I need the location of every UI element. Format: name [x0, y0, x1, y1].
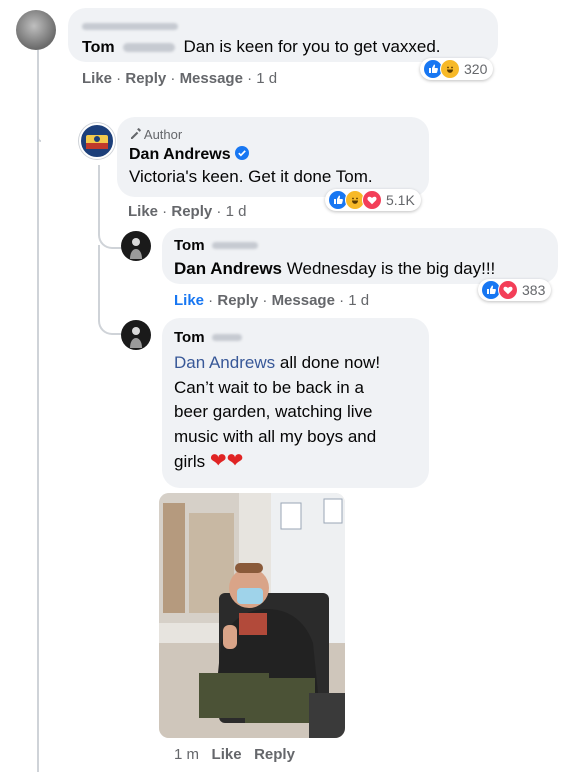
haha-icon	[440, 59, 460, 79]
reaction-count: 383	[522, 282, 546, 298]
timestamp[interactable]: 1 d	[256, 70, 277, 87]
vaccination-photo-image	[159, 493, 345, 738]
mention-link[interactable]: Dan Andrews	[174, 353, 275, 372]
comment-author[interactable]: Tom	[174, 237, 205, 254]
comment-text: Dan is keen for you to get vaxxed.	[183, 37, 441, 56]
like-link[interactable]: Like	[212, 746, 242, 763]
reply-link[interactable]: Reply	[125, 70, 166, 87]
comment-bubble: Tom Dan Andrews Wednesday is the big day…	[162, 228, 558, 284]
comment-text: Victoria's keen. Get it done Tom.	[129, 167, 373, 186]
comment-text-line: music with all my boys and	[174, 426, 377, 446]
comment-actions: 1 m Like Reply	[174, 746, 295, 763]
timestamp[interactable]: 1 d	[348, 292, 369, 309]
verified-badge-icon	[235, 146, 250, 160]
person-photo-icon	[130, 238, 142, 259]
comment-text-line: Can’t wait to be back in a	[174, 377, 364, 397]
reaction-summary[interactable]: 5.1K	[325, 189, 421, 211]
reply-branch-2	[98, 245, 122, 335]
reply-link[interactable]: Reply	[254, 746, 295, 763]
mention-link[interactable]: Dan Andrews	[174, 259, 282, 278]
comment-author[interactable]: Tom	[82, 39, 115, 56]
comment-bubble: Tom Dan is keen for you to get vaxxed.	[68, 8, 498, 62]
reaction-summary[interactable]: 320	[420, 58, 494, 80]
blurred-surname	[212, 242, 259, 250]
commenter-avatar[interactable]	[121, 231, 151, 261]
like-link[interactable]: Like	[82, 70, 112, 87]
commenter-avatar[interactable]	[121, 320, 151, 350]
comment-bubble: Author Dan Andrews Victoria's keen. Get …	[117, 117, 429, 197]
author-badge: Author	[129, 127, 182, 142]
like-link[interactable]: Like	[128, 203, 158, 220]
comment-actions: Like · Reply · Message · 1 d	[82, 70, 278, 87]
message-link[interactable]: Message	[272, 292, 335, 309]
comment-actions: Like · Reply · 1 d	[128, 203, 247, 220]
reaction-count: 320	[464, 61, 488, 77]
thread-line	[37, 46, 39, 772]
comment-author[interactable]: Dan Andrews	[129, 146, 231, 163]
comment-text: Wednesday is the big day!!!	[286, 259, 496, 278]
vic-crest-icon	[86, 135, 108, 149]
blurred-surname	[123, 43, 176, 53]
pencil-icon	[131, 128, 141, 139]
attached-photo[interactable]	[159, 493, 345, 738]
heart-emoji: ❤❤	[209, 450, 244, 472]
comment-actions: Like · Reply · Message · 1 d	[174, 292, 370, 309]
love-icon	[498, 280, 518, 300]
timestamp[interactable]: 1 m	[174, 746, 199, 763]
author-avatar[interactable]	[79, 123, 115, 159]
comment-bubble: Tom Dan Andrews all done now! Can’t wait…	[162, 318, 429, 488]
comment-text-line: all done now!	[279, 353, 381, 372]
message-link[interactable]: Message	[180, 70, 243, 87]
reaction-count: 5.1K	[386, 192, 415, 208]
commenter-avatar[interactable]	[16, 10, 56, 50]
person-photo-icon	[130, 327, 142, 348]
timestamp[interactable]: 1 d	[226, 203, 247, 220]
comment-text-line: girls	[174, 452, 206, 471]
like-link[interactable]: Like	[174, 292, 204, 309]
blurred-surname	[212, 334, 243, 342]
reply-link[interactable]: Reply	[217, 292, 258, 309]
blurred-name	[82, 18, 178, 36]
reaction-summary[interactable]: 383	[478, 279, 552, 301]
thread-branch-line	[37, 60, 41, 142]
comment-text-line: beer garden, watching live	[174, 402, 373, 421]
love-icon	[362, 190, 382, 210]
reply-link[interactable]: Reply	[171, 203, 212, 220]
comment-author[interactable]: Tom	[174, 329, 205, 346]
